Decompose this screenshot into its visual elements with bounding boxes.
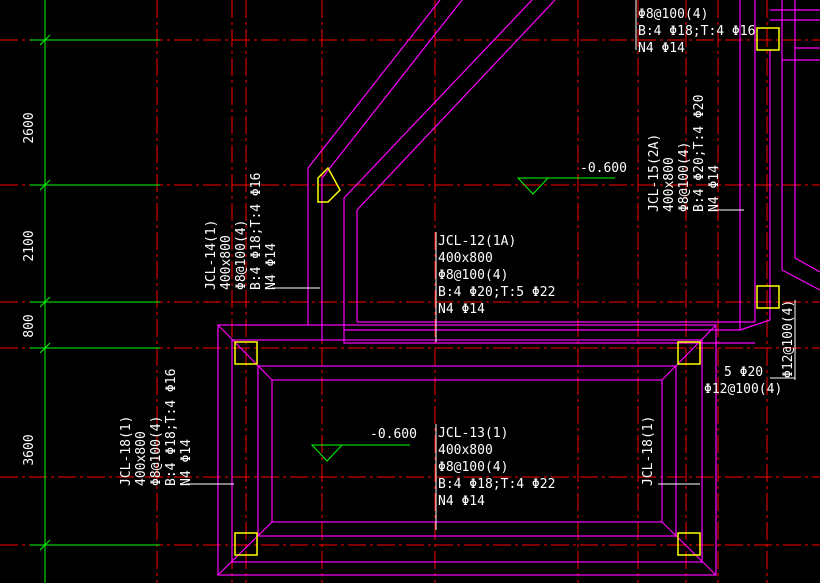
jcl12-line3: Φ8@100(4) bbox=[438, 268, 508, 283]
top-right-line3: N4 Φ14 bbox=[638, 41, 685, 56]
column-box-bottom-right bbox=[677, 532, 701, 556]
jcl14-line5: N4 Φ14 bbox=[264, 243, 279, 290]
jcl15-line2: 400x800 bbox=[662, 157, 677, 212]
jcl14-line2: 400x800 bbox=[219, 235, 234, 290]
annotation-jcl-14: JCL-14(1) 400x800 Φ8@100(4) B:4 Φ18;T:4 … bbox=[204, 173, 279, 290]
jcl14-line4: B:4 Φ18;T:4 Φ16 bbox=[249, 173, 264, 290]
jcl13-line1: JCL-13(1) bbox=[438, 426, 508, 441]
jcl14-line1: JCL-14(1) bbox=[204, 220, 219, 290]
dimension-2600: 2600 bbox=[22, 112, 37, 143]
jcl12-line4: B:4 Φ20;T:5 Φ22 bbox=[438, 285, 555, 300]
annotation-jcl-13: JCL-13(1) 400x800 Φ8@100(4) B:4 Φ18;T:4 … bbox=[438, 426, 555, 509]
right-edge-top: 5 Φ20 bbox=[724, 365, 763, 380]
jcl13-line2: 400x800 bbox=[438, 443, 493, 458]
jcl13-line5: N4 Φ14 bbox=[438, 494, 485, 509]
dimension-2100: 2100 bbox=[22, 230, 37, 261]
column-mid-right bbox=[756, 285, 780, 309]
level-label-upper: -0.600 bbox=[580, 161, 627, 176]
dimension-lines bbox=[30, 0, 160, 583]
dimension-3600: 3600 bbox=[22, 434, 37, 465]
dimension-800: 800 bbox=[22, 314, 37, 337]
right-edge-vertical: Φ12@100(4) bbox=[781, 300, 796, 378]
grid-lines bbox=[0, 0, 820, 583]
level-marker-lower: -0.600 bbox=[310, 427, 417, 462]
jcl14-line3: Φ8@100(4) bbox=[234, 220, 249, 290]
jcl12-line1: JCL-12(1A) bbox=[438, 234, 516, 249]
top-right-line2: B:4 Φ18;T:4 Φ16 bbox=[638, 24, 755, 39]
annotation-jcl-15: JCL-15(2A) 400x800 Φ8@100(4) B:4 Φ20;T:4… bbox=[647, 95, 722, 212]
cad-drawing-canvas[interactable]: 2600 2100 800 3600 -0.600 -0.600 Φ8@100(… bbox=[0, 0, 820, 583]
level-label-lower: -0.600 bbox=[370, 427, 417, 442]
jcl12-line2: 400x800 bbox=[438, 251, 493, 266]
annotation-jcl-12: JCL-12(1A) 400x800 Φ8@100(4) B:4 Φ20;T:5… bbox=[438, 234, 555, 317]
jcl13-line3: Φ8@100(4) bbox=[438, 460, 508, 475]
jcl15-line1: JCL-15(2A) bbox=[647, 134, 662, 212]
right-edge-bottom: Φ12@100(4) bbox=[704, 382, 782, 397]
annotation-top-right: Φ8@100(4) B:4 Φ18;T:4 Φ16 N4 Φ14 bbox=[638, 7, 755, 56]
foundation-beam-plan[interactable]: 2600 2100 800 3600 -0.600 -0.600 Φ8@100(… bbox=[0, 0, 820, 583]
jcl18-left-line4: B:4 Φ18;T:4 Φ16 bbox=[164, 369, 179, 486]
annotation-jcl-18-right: JCL-18(1) bbox=[641, 416, 656, 486]
jcl15-line4: B:4 Φ20;T:4 Φ20 bbox=[692, 95, 707, 212]
jcl18-left-line5: N4 Φ14 bbox=[179, 439, 194, 486]
jcl12-line5: N4 Φ14 bbox=[438, 302, 485, 317]
level-marker-upper: -0.600 bbox=[516, 161, 627, 195]
column-top-right bbox=[756, 27, 780, 51]
jcl18-right-line1: JCL-18(1) bbox=[641, 416, 656, 486]
jcl18-left-line3: Φ8@100(4) bbox=[149, 416, 164, 486]
top-right-line1: Φ8@100(4) bbox=[638, 7, 708, 22]
jcl15-line5: N4 Φ14 bbox=[707, 165, 722, 212]
jcl15-line3: Φ8@100(4) bbox=[677, 142, 692, 212]
dimension-labels: 2600 2100 800 3600 bbox=[22, 112, 37, 465]
jcl13-line4: B:4 Φ18;T:4 Φ22 bbox=[438, 477, 555, 492]
jcl18-left-line1: JCL-18(1) bbox=[119, 416, 134, 486]
jcl18-left-line2: 400x800 bbox=[134, 431, 149, 486]
